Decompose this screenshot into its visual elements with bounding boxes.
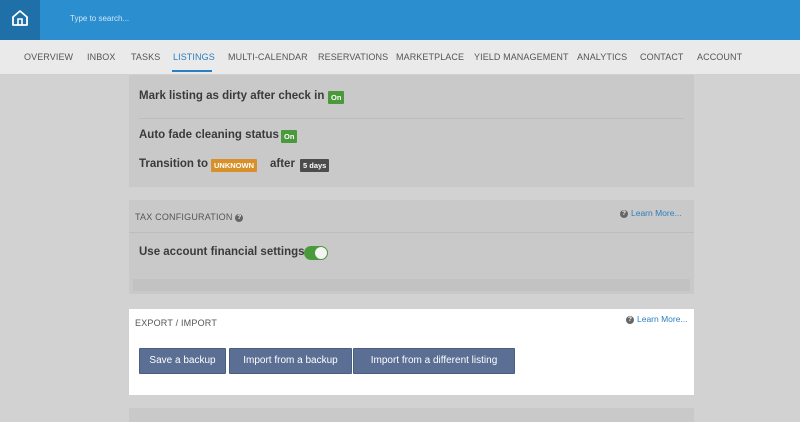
top-bar: Type to search...: [0, 0, 800, 40]
next-panel: [129, 408, 694, 422]
auto-fade-label: Auto fade cleaning status: [139, 129, 279, 141]
import-from-backup-button[interactable]: Import from a backup: [229, 348, 352, 374]
use-account-financial-settings-label: Use account financial settings: [139, 246, 305, 258]
save-backup-button[interactable]: Save a backup: [139, 348, 226, 374]
tax-learn-more-text: Learn More...: [631, 208, 682, 218]
nav-multi-calendar[interactable]: MULTI-CALENDAR: [228, 52, 308, 62]
help-icon: ?: [620, 209, 628, 218]
export-learn-more-link[interactable]: ? Learn More...: [626, 314, 688, 324]
export-learn-more-text: Learn More...: [637, 314, 688, 324]
row-divider: [139, 118, 684, 119]
nav-reservations[interactable]: RESERVATIONS: [318, 52, 388, 62]
nav-analytics[interactable]: ANALYTICS: [577, 52, 627, 62]
home-icon: [10, 8, 30, 33]
nav-marketplace[interactable]: MARKETPLACE: [396, 52, 464, 62]
toggle-knob: [315, 247, 327, 259]
nav-yield-management[interactable]: YIELD MANAGEMENT: [474, 52, 569, 62]
tax-learn-more-link[interactable]: ? Learn More...: [620, 208, 682, 218]
home-logo[interactable]: [0, 0, 40, 40]
nav-tasks[interactable]: TASKS: [131, 52, 160, 62]
export-import-title: EXPORT / IMPORT: [135, 318, 218, 328]
nav-listings[interactable]: LISTINGS: [173, 52, 215, 62]
import-from-listing-button[interactable]: Import from a different listing: [353, 348, 515, 374]
auto-fade-badge[interactable]: On: [281, 130, 298, 143]
help-icon: ?: [626, 315, 634, 324]
main-nav: OVERVIEW INBOX TASKS LISTINGS MULTI-CALE…: [0, 40, 800, 75]
dirty-after-checkin-badge[interactable]: On: [328, 91, 345, 104]
section-divider: [129, 232, 694, 233]
transition-days-badge[interactable]: 5 days: [300, 159, 330, 172]
tax-title-text: TAX CONFIGURATION: [135, 212, 233, 222]
search-input[interactable]: Type to search...: [70, 14, 129, 23]
nav-overview[interactable]: OVERVIEW: [24, 52, 73, 62]
nav-inbox[interactable]: INBOX: [87, 52, 116, 62]
panel-footer: [133, 279, 690, 291]
nav-account[interactable]: ACCOUNT: [697, 52, 742, 62]
help-icon[interactable]: ?: [235, 213, 244, 222]
transition-prefix-label: Transition to: [139, 158, 208, 170]
transition-after-label: after: [270, 158, 295, 170]
dirty-after-checkin-label: Mark listing as dirty after check in: [139, 90, 325, 102]
nav-contact[interactable]: CONTACT: [640, 52, 684, 62]
active-tab-indicator: [172, 70, 212, 72]
use-account-financial-settings-toggle[interactable]: [304, 246, 328, 260]
tax-configuration-title: TAX CONFIGURATION ?: [135, 212, 246, 222]
transition-status-badge[interactable]: UNKNOWN: [211, 159, 257, 172]
